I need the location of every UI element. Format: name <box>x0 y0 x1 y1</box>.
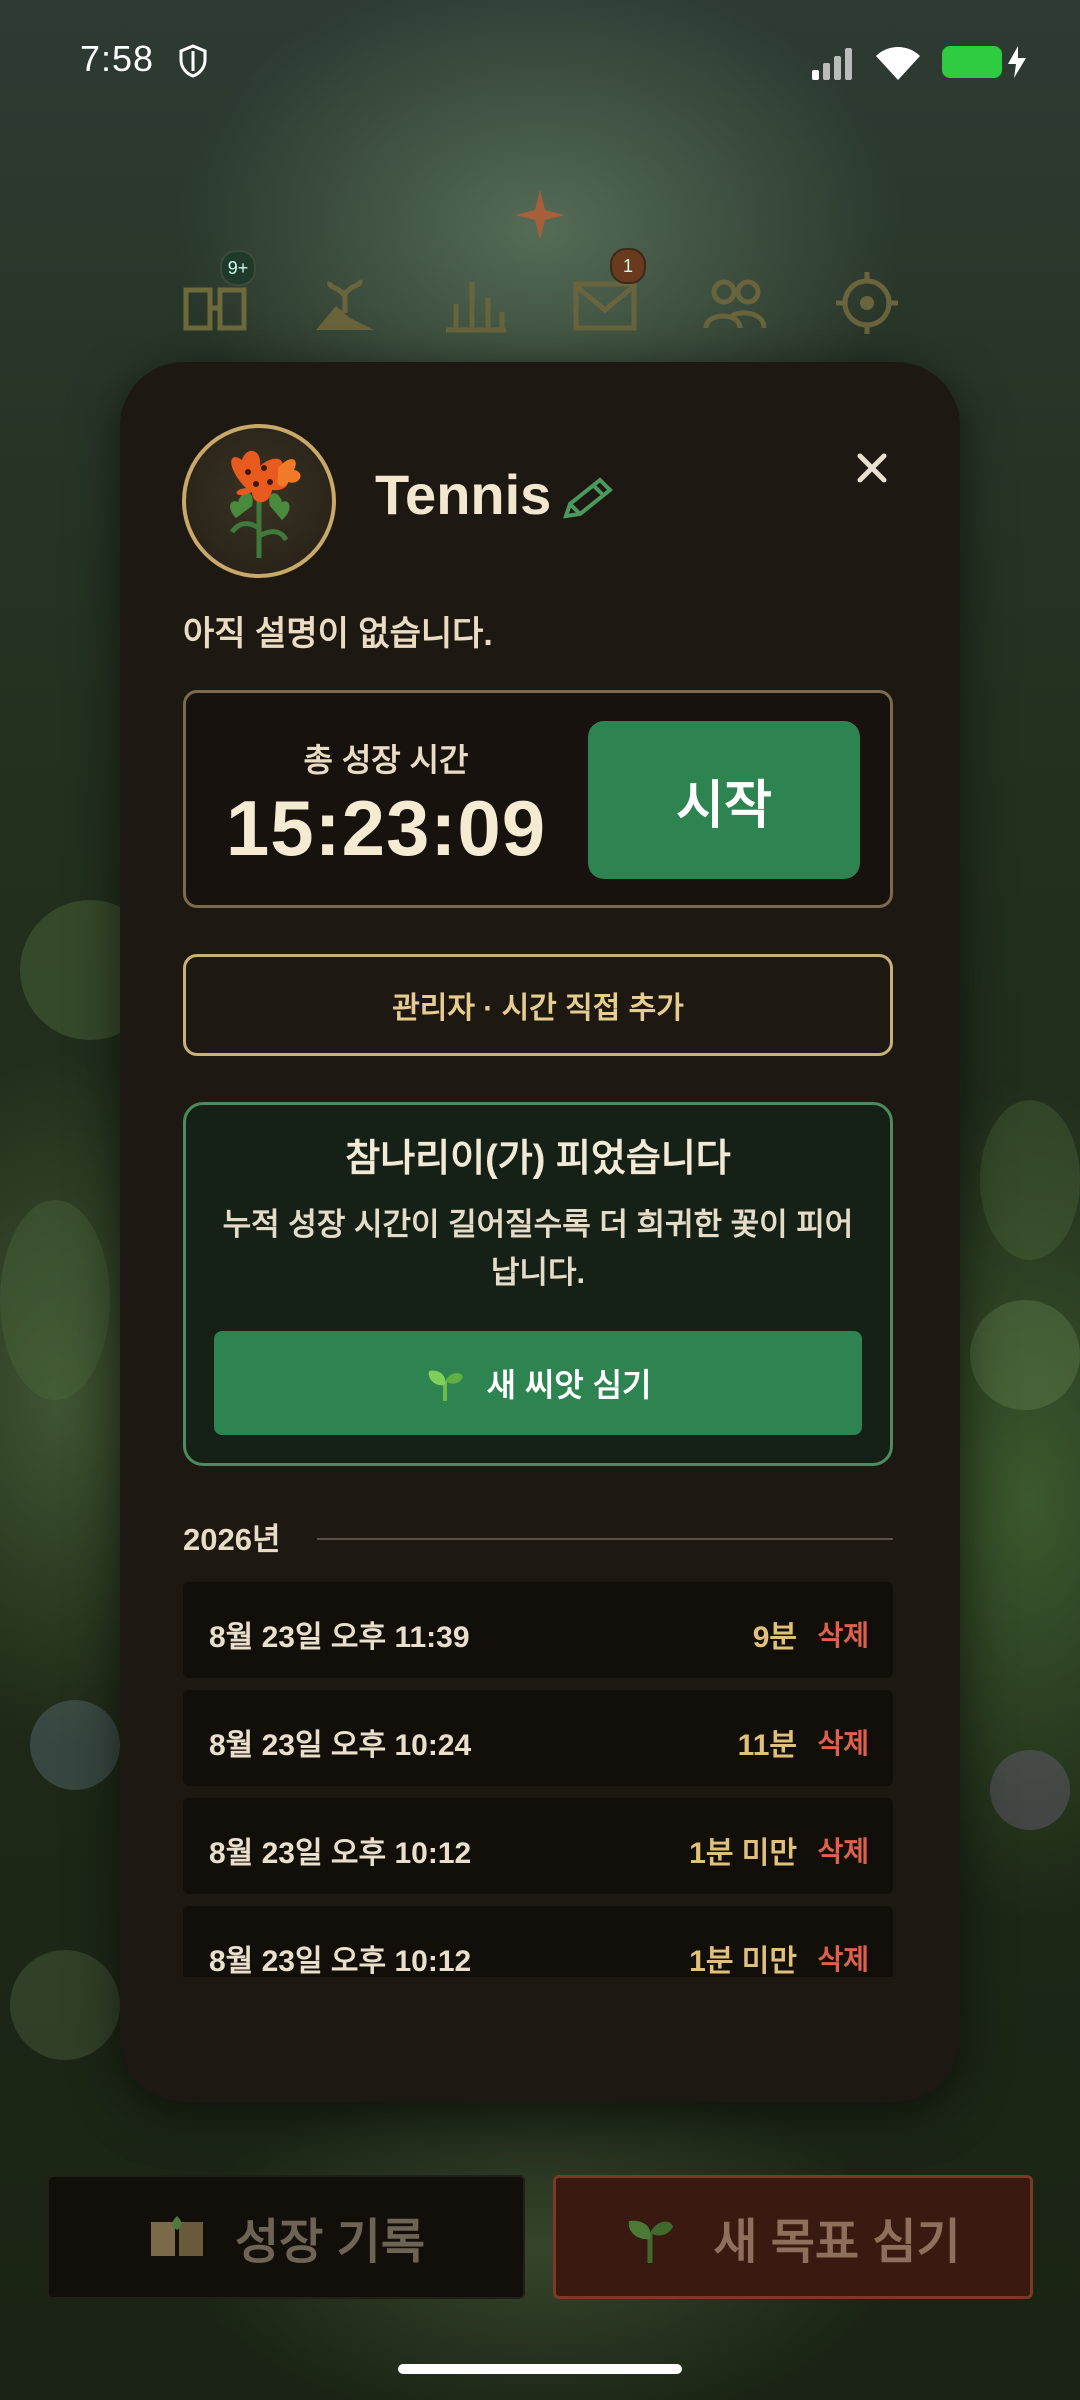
wifi-icon <box>876 47 920 80</box>
stats-nav-button[interactable] <box>440 268 510 338</box>
year-divider: 2026년 <box>183 1514 893 1557</box>
goal-description: 아직 설명이 없습니다. <box>183 615 493 653</box>
gear-icon <box>836 272 898 334</box>
record-row: 8월 23일 오후 10:12 1분 미만 삭제 <box>183 1798 893 1894</box>
status-time: 7:58 <box>80 38 155 79</box>
bar-chart-icon <box>446 282 506 333</box>
mail-badge: 1 <box>610 248 646 284</box>
record-row: 8월 23일 오후 10:24 11분 삭제 <box>183 1690 893 1786</box>
sparkle-icon <box>515 190 565 240</box>
bloom-card: 참나리이(가) 피었습니다 누적 성장 시간이 길어질수록 더 희귀한 꽃이 피… <box>183 1102 893 1466</box>
edit-pencil-icon[interactable] <box>560 474 616 524</box>
battery-icon <box>942 46 1002 78</box>
close-icon[interactable] <box>852 448 892 488</box>
delete-record-button[interactable]: 삭제 <box>817 1830 869 1870</box>
sprout-icon <box>628 2220 674 2263</box>
bloom-title: 참나리이(가) 피었습니다 <box>345 1138 731 1180</box>
year-label: 2026년 <box>183 1522 281 1557</box>
record-row: 8월 23일 오후 11:39 9분 삭제 <box>183 1582 893 1678</box>
growth-log-button[interactable]: 성장 기록 <box>47 2175 525 2299</box>
session-record-list[interactable]: 8월 23일 오후 11:39 9분 삭제 8월 23일 오후 10:24 11… <box>183 1582 893 1977</box>
total-time-label: 총 성장 시간 <box>303 742 469 778</box>
signal-icon <box>812 48 852 80</box>
record-duration: 9분 <box>752 1621 797 1654</box>
record-datetime: 8월 23일 오후 11:39 <box>209 1621 470 1654</box>
top-navigation: 9+ 1 <box>0 170 1080 370</box>
sprout-icon <box>316 279 374 330</box>
open-book-icon <box>151 2216 203 2256</box>
friends-nav-button[interactable] <box>700 268 770 338</box>
seedling-icon <box>428 1370 463 1401</box>
record-datetime: 8월 23일 오후 10:24 <box>209 1729 472 1762</box>
mail-nav-button[interactable]: 1 <box>570 248 646 338</box>
new-goal-label: 새 목표 심기 <box>713 2216 961 2269</box>
settings-nav-button[interactable] <box>832 268 902 338</box>
tiger-lily-icon <box>230 450 301 558</box>
bloom-text: 누적 성장 시간이 길어질수록 더 희귀한 꽃이 피어납니다. <box>222 1207 854 1290</box>
charging-icon <box>1008 46 1026 78</box>
status-bar: 7:58 <box>0 0 1080 130</box>
plant-nav-button[interactable] <box>310 268 380 338</box>
record-duration: 11분 <box>737 1729 797 1762</box>
new-goal-button[interactable]: 새 목표 심기 <box>553 2175 1033 2299</box>
goal-detail-modal: Tennis 아직 설명이 없습니다. 총 성장 시간 15:23:09 시작 … <box>120 362 960 2102</box>
plant-new-seed-label: 새 씨앗 심기 <box>486 1367 652 1403</box>
record-datetime: 8월 23일 오후 10:12 <box>209 1837 472 1870</box>
record-duration: 1분 미만 <box>689 1837 797 1870</box>
record-duration: 1분 미만 <box>689 1945 797 1977</box>
journal-nav-button[interactable]: 9+ <box>180 250 256 338</box>
shield-icon <box>179 44 207 78</box>
delete-record-button[interactable]: 삭제 <box>817 1938 869 1977</box>
delete-record-button[interactable]: 삭제 <box>817 1722 869 1762</box>
delete-record-button[interactable]: 삭제 <box>817 1614 869 1654</box>
record-datetime: 8월 23일 오후 10:12 <box>209 1945 472 1977</box>
goal-title: Tennis <box>375 463 552 526</box>
journal-badge: 9+ <box>220 250 256 286</box>
flower-avatar <box>182 424 336 578</box>
home-indicator[interactable] <box>398 2364 682 2374</box>
people-icon <box>703 279 767 329</box>
admin-add-time-button[interactable]: 관리자 · 시간 직접 추가 <box>183 954 893 1056</box>
plant-new-seed-button[interactable]: 새 씨앗 심기 <box>214 1331 862 1435</box>
record-row: 8월 23일 오후 10:12 1분 미만 삭제 <box>183 1906 893 1977</box>
growth-log-label: 성장 기록 <box>235 2216 425 2269</box>
start-button[interactable]: 시작 <box>588 721 860 879</box>
total-time-box: 총 성장 시간 15:23:09 시작 <box>183 690 893 908</box>
total-time-value: 15:23:09 <box>225 784 547 872</box>
divider-line <box>317 1538 893 1540</box>
